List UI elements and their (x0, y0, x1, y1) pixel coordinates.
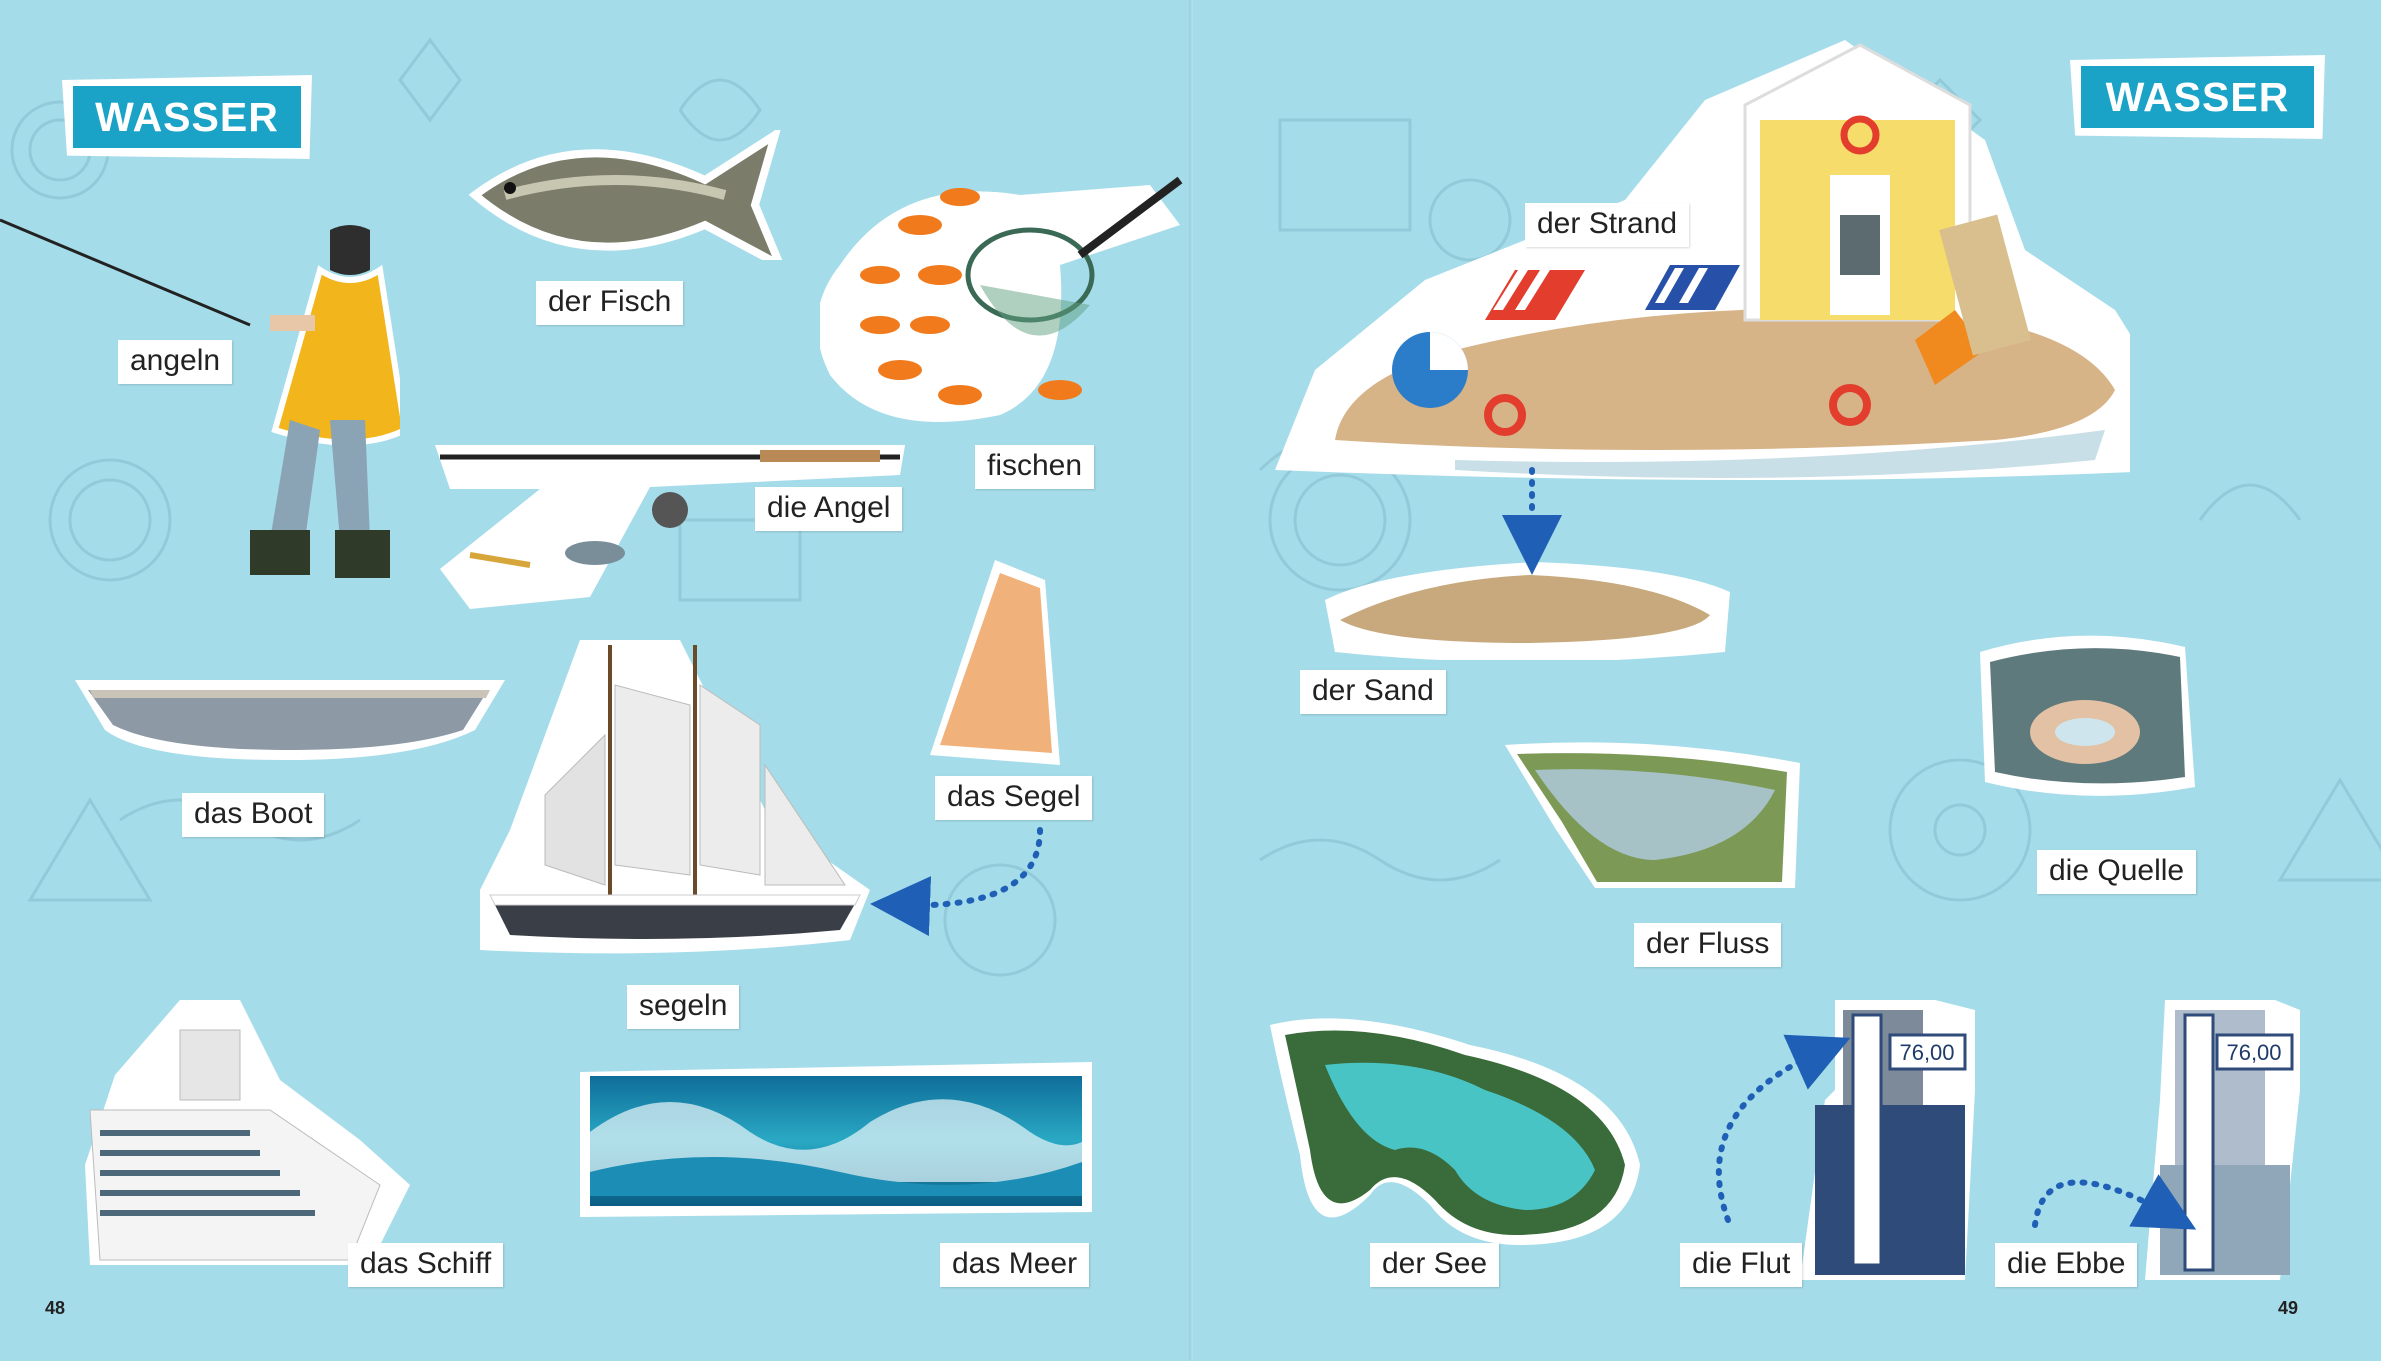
label-sailing: segeln (627, 985, 740, 1029)
label-high-tide: die Flut (1680, 1243, 1803, 1287)
label-fish: der Fisch (536, 281, 684, 325)
spring-image (1980, 635, 2195, 796)
sea-waves-image (580, 1062, 1092, 1217)
page-title-left: WASSER (62, 75, 312, 159)
label-sail: das Segel (935, 776, 1093, 820)
page-title-text: WASSER (73, 86, 301, 148)
lake-image (1270, 1018, 1640, 1245)
label-rod: die Angel (755, 487, 903, 531)
page-number-right: 49 (2278, 1298, 2299, 1318)
label-river: der Fluss (1634, 923, 1782, 967)
beach-scene-image (1275, 40, 2130, 480)
sand-image (1325, 562, 1730, 660)
label-beach: der Strand (1525, 203, 1690, 247)
fisherman-image (0, 218, 400, 578)
label-sea: das Meer (940, 1243, 1090, 1287)
book-spread: WASSER angeln der Fisch fischen die Ange… (0, 0, 2381, 1361)
sail-image (930, 560, 1060, 765)
sailing-ship-image (480, 640, 870, 954)
label-lake: der See (1370, 1243, 1500, 1287)
gauge-reading-low: 76,00 (2226, 1040, 2281, 1065)
goldfish-net-image (820, 176, 1183, 422)
cruise-ship-image (85, 1000, 410, 1265)
label-angeln: angeln (118, 340, 233, 384)
fish-image (468, 130, 783, 260)
label-sand: der Sand (1300, 670, 1446, 714)
page-number-left: 48 (45, 1298, 66, 1318)
gauge-low-tide-image: 76,00 (2145, 1000, 2300, 1280)
label-fishing: fischen (975, 445, 1095, 489)
boat-image (75, 680, 505, 760)
gauge-reading-high: 76,00 (1899, 1040, 1954, 1065)
river-image (1505, 742, 1800, 888)
label-low-tide: die Ebbe (1995, 1243, 2138, 1287)
gauge-high-tide-image: 76,00 (1800, 1000, 1975, 1280)
label-boat: das Boot (182, 793, 325, 837)
label-ship: das Schiff (348, 1243, 504, 1287)
label-spring: die Quelle (2037, 850, 2197, 894)
